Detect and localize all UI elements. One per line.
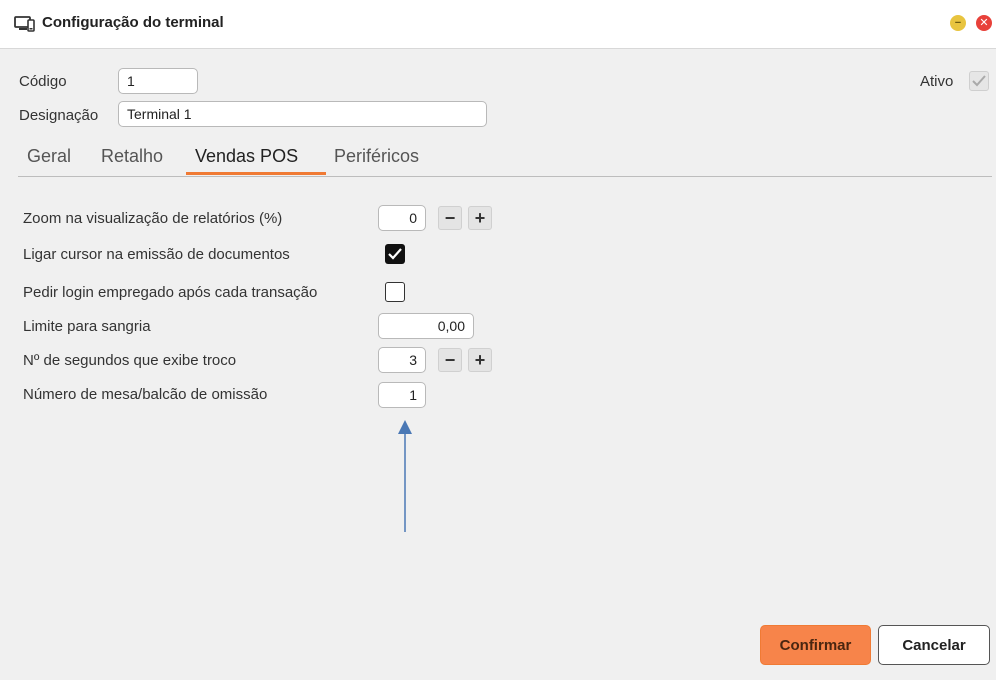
pedir-login-label: Pedir login empregado após cada transaçã… [23,284,318,301]
zoom-decrement-button[interactable]: − [438,206,462,230]
tab-vendas-pos[interactable]: Vendas POS [195,146,298,167]
codigo-label: Código [19,73,67,90]
ligar-cursor-label: Ligar cursor na emissão de documentos [23,246,290,263]
zoom-increment-button[interactable]: + [468,206,492,230]
segundos-troco-label: Nº de segundos que exibe troco [23,352,237,369]
tab-perifericos[interactable]: Periféricos [334,146,419,167]
active-tab-indicator [186,172,326,175]
tab-bar: Geral Retalho Vendas POS Periféricos [18,140,992,177]
ativo-label: Ativo [920,73,954,90]
minimize-icon[interactable]: − [950,15,966,31]
zoom-label: Zoom na visualização de relatórios (%) [23,210,283,227]
window-titlebar: Configuração do terminal − ✕ [0,0,996,49]
annotation-arrow [398,420,412,532]
window-title: Configuração do terminal [42,14,224,31]
tab-retalho[interactable]: Retalho [101,146,163,167]
limite-sangria-label: Limite para sangria [23,318,151,335]
segundos-troco-decrement-button[interactable]: − [438,348,462,372]
cancel-button[interactable]: Cancelar [878,625,990,665]
numero-mesa-input[interactable]: 1 [378,382,426,408]
close-icon[interactable]: ✕ [976,15,992,31]
numero-mesa-label: Número de mesa/balcão de omissão [23,386,268,403]
terminal-config-icon [14,14,36,34]
designacao-input[interactable]: Terminal 1 [118,101,487,127]
tab-geral[interactable]: Geral [27,146,71,167]
designacao-label: Designação [19,107,99,124]
codigo-input[interactable]: 1 [118,68,198,94]
ligar-cursor-checkbox[interactable] [385,244,405,264]
check-icon [388,248,402,260]
limite-sangria-input[interactable]: 0,00 [378,313,474,339]
segundos-troco-input[interactable]: 3 [378,347,426,373]
segundos-troco-increment-button[interactable]: + [468,348,492,372]
confirm-button[interactable]: Confirmar [760,625,871,665]
check-icon [972,75,986,87]
ativo-checkbox[interactable] [969,71,989,91]
pedir-login-checkbox[interactable] [385,282,405,302]
zoom-input[interactable]: 0 [378,205,426,231]
